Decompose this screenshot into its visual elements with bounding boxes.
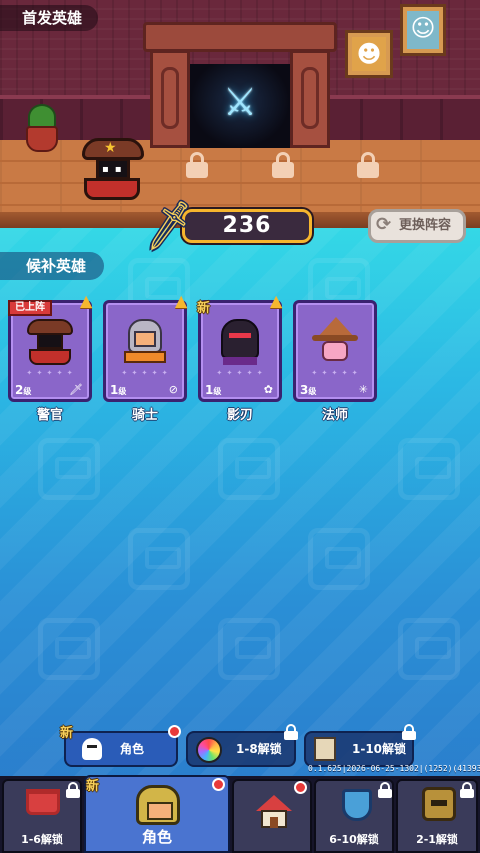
home-icon [256, 795, 292, 829]
new-tag: 新 [86, 779, 100, 794]
upgrade-arrow-icon: ▲ [175, 291, 188, 310]
team-power-value: 236 [222, 213, 272, 238]
version-text: 0.1.625|2026-06-25-1302|(1252)(41393) [308, 764, 480, 773]
hero-name: 法师 [321, 408, 348, 423]
hero-card-shadowblade[interactable]: ✦ ✦ ✦ ✦ ✦ 1级 ✿ [198, 300, 282, 402]
rainbow-orb-icon [196, 737, 222, 763]
sword-icon: 🗡 [138, 196, 200, 255]
upgrade-arrow-icon: ▲ [80, 291, 93, 310]
tab-label: 1-10解锁 [352, 742, 407, 756]
nav-label: 6-10解锁 [329, 833, 379, 846]
hero-name: 骑士 [131, 408, 158, 423]
sparkle-icon: ✳ [358, 383, 368, 396]
bench-heroes-title: 候补英雄 [0, 252, 105, 280]
gate-pillar-right [290, 50, 330, 148]
slot-lock-icon[interactable] [357, 152, 379, 178]
swap-lineup-button[interactable]: ⟳ 更换阵容 [368, 209, 466, 243]
starting-heroes-title: 首发英雄 [0, 5, 99, 31]
crossed-swords-icon[interactable]: ⚔ [218, 80, 262, 124]
on-team-badge: 已上阵 [8, 300, 52, 316]
new-tag: 新 [60, 726, 74, 741]
wall-portrait-1: ☺ [400, 4, 446, 56]
nav-label: 1-6解锁 [21, 833, 63, 846]
padlock-icon [284, 724, 298, 740]
gate-pillar-left [150, 50, 190, 148]
notification-badge [212, 778, 225, 791]
shield-icon [342, 789, 372, 821]
refresh-icon: ⟳ [376, 214, 392, 235]
slot-lock-icon[interactable] [186, 152, 208, 178]
knight-helmet-icon [136, 785, 180, 825]
nav-characters[interactable]: 角色 [84, 775, 230, 853]
shadowblade-portrait [215, 317, 265, 367]
padlock-icon [460, 782, 474, 798]
gate-roof [143, 22, 337, 52]
paw-icon: ✿ [263, 383, 273, 396]
dagger-icon: 🗡 [69, 383, 83, 396]
nav-label: 角色 [141, 828, 172, 846]
sheriff-portrait [25, 317, 75, 367]
shield-slash-icon: ⊘ [168, 383, 178, 396]
team-power-bar: 236 [182, 209, 312, 243]
hero-level: 2级 [15, 383, 32, 397]
starting-hero-sheriff[interactable]: ★ ▪▪ [78, 138, 148, 202]
upgrade-arrow-icon: ▲ [270, 291, 283, 310]
new-tag: 新 [197, 301, 211, 316]
hero-level: 1级 [205, 383, 222, 397]
ghost-icon [82, 738, 102, 760]
hero-card-knight[interactable]: ✦ ✦ ✦ ✦ ✦ 1级 ⊘ [103, 300, 187, 402]
notification-badge [168, 725, 181, 738]
tab-unlock-1-8[interactable]: 1-8解锁 [186, 731, 296, 767]
hero-card-mage[interactable]: ✦ ✦ ✦ ✦ ✦ 3级 ✳ [293, 300, 377, 402]
tab-unlock-1-10[interactable]: 1-10解锁 [304, 731, 414, 767]
padlock-icon [402, 724, 416, 740]
robot-icon [422, 787, 456, 821]
tab-label: 1-8解锁 [236, 742, 282, 756]
mage-portrait [310, 317, 360, 367]
slot-lock-icon[interactable] [272, 152, 294, 178]
knight-portrait [120, 317, 170, 367]
hero-name: 警官 [36, 408, 63, 423]
swap-lineup-label: 更换阵容 [399, 218, 452, 233]
hero-level: 3级 [300, 383, 317, 397]
wall-portrait-2: ☻ [345, 30, 393, 78]
notification-badge [294, 781, 307, 794]
tab-characters[interactable]: 角色 [64, 731, 178, 767]
nav-label: 2-1解锁 [416, 833, 458, 846]
padlock-icon [378, 782, 392, 798]
padlock-icon [66, 782, 80, 798]
cart-icon [26, 789, 60, 815]
hero-name: 影刃 [226, 408, 253, 423]
hero-level: 1级 [110, 383, 127, 397]
tab-label: 角色 [120, 742, 145, 756]
hero-room-scene: ⚔ ☺ ☻ ★ ▪▪ [0, 0, 480, 228]
card-icon [314, 737, 336, 761]
potted-plant [24, 104, 60, 152]
